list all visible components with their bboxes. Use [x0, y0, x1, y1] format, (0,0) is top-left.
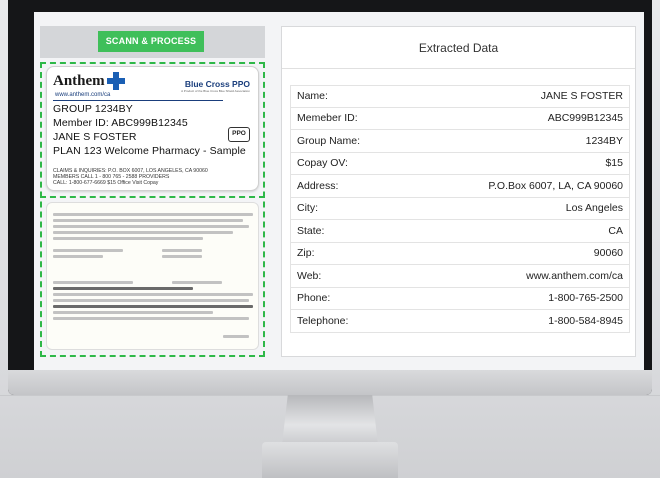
insurance-card-front: Anthem Blue Cross PPO A Product of the B…	[46, 66, 259, 191]
card-url-underline	[53, 100, 223, 101]
fine-print	[162, 255, 202, 258]
fine-print	[53, 231, 233, 234]
field-label: City:	[297, 202, 318, 215]
card-plan: PLAN 123 Welcome Pharmacy - Sample	[53, 145, 246, 157]
field-value: P.O.Box 6007, LA, CA 90060	[488, 179, 623, 192]
card-url: www.anthem.com/ca	[55, 92, 111, 98]
card-name: JANE S FOSTER	[53, 131, 137, 143]
monitor-stand-base	[262, 442, 398, 478]
field-label: Zip:	[297, 247, 315, 260]
extracted-data-panel: Extracted Data Name: JANE S FOSTER Memebe…	[281, 26, 636, 357]
fine-print	[53, 249, 123, 252]
data-row-copay: Copay OV: $15	[290, 152, 630, 175]
field-label: Copay OV:	[297, 157, 348, 170]
data-row-city: City: Los Angeles	[290, 197, 630, 220]
fine-print	[53, 281, 133, 284]
field-label: Phone:	[297, 292, 331, 305]
field-value: 1234BY	[585, 134, 623, 147]
field-label: Address:	[297, 179, 339, 192]
data-row-group-name: Group Name: 1234BY	[290, 130, 630, 153]
card-group: GROUP 1234BY	[53, 103, 133, 115]
field-value: 90060	[593, 247, 623, 260]
fine-print	[53, 287, 193, 290]
fine-print	[172, 281, 222, 284]
field-value: 1-800-765-2500	[548, 292, 623, 305]
fine-print	[53, 225, 249, 228]
field-label: Telephone:	[297, 314, 349, 327]
data-row-telephone: Telephone: 1-800-584-8945	[290, 310, 630, 333]
fine-print	[53, 299, 249, 302]
cross-icon	[107, 72, 125, 90]
data-row-member-id: Memeber ID: ABC999B12345	[290, 107, 630, 130]
plan-brand-logo: Blue Cross PPO	[184, 79, 250, 89]
extracted-data-table: Name: JANE S FOSTER Memeber ID: ABC999B123…	[290, 85, 630, 333]
monitor-stand-neck	[282, 395, 378, 445]
fine-print	[53, 293, 253, 296]
app-screen: SCANN & PROCESS Anthem Blue Cross PPO A …	[34, 12, 644, 370]
insurance-card-back	[46, 202, 259, 350]
field-label: Group Name:	[297, 134, 361, 147]
data-row-phone: Phone: 1-800-765-2500	[290, 287, 630, 310]
field-value: Los Angeles	[565, 202, 623, 215]
monitor-bezel: SCANN & PROCESS Anthem Blue Cross PPO A …	[8, 0, 652, 395]
card-claims-line-3: CALL: 1-800-677-6669 $15 Office Visit Co…	[53, 180, 159, 186]
anthem-logo: Anthem	[53, 73, 105, 89]
fine-print	[53, 255, 103, 258]
scan-panel: SCANN & PROCESS Anthem Blue Cross PPO A …	[40, 26, 265, 357]
data-row-name: Name: JANE S FOSTER	[290, 85, 630, 108]
scan-process-button[interactable]: SCANN & PROCESS	[98, 31, 204, 52]
scan-region-divider	[40, 196, 265, 198]
fine-print	[53, 311, 213, 314]
fine-print	[53, 317, 249, 320]
field-label: Memeber ID:	[297, 112, 358, 125]
ppo-suitcase-icon: PPO	[228, 127, 250, 142]
scan-toolbar: SCANN & PROCESS	[40, 26, 265, 58]
fine-print	[53, 305, 253, 308]
field-value: ABC999B12345	[547, 112, 623, 125]
panel-title: Extracted Data	[282, 27, 635, 69]
field-value: CA	[608, 224, 623, 237]
monitor-chin	[8, 370, 652, 395]
field-value: $15	[605, 157, 623, 170]
data-row-address: Address: P.O.Box 6007, LA, CA 90060	[290, 175, 630, 198]
data-row-state: State: CA	[290, 220, 630, 243]
field-label: Web:	[297, 269, 322, 282]
data-row-web: Web: www.anthem.com/ca	[290, 265, 630, 288]
fine-print	[223, 335, 249, 338]
plan-brand-subtitle: A Product of the Blue Cross Blue Shield …	[181, 89, 250, 93]
fine-print	[53, 213, 253, 216]
field-label: Name:	[297, 90, 328, 103]
field-value: 1-800-584-8945	[548, 314, 623, 327]
fine-print	[53, 237, 203, 240]
card-member-id: Member ID: ABC999B12345	[53, 117, 188, 129]
fine-print	[53, 219, 243, 222]
field-value: www.anthem.com/ca	[526, 269, 623, 282]
data-row-zip: Zip: 90060	[290, 242, 630, 265]
fine-print	[162, 249, 202, 252]
field-label: State:	[297, 224, 325, 237]
field-value: JANE S FOSTER	[540, 90, 623, 103]
